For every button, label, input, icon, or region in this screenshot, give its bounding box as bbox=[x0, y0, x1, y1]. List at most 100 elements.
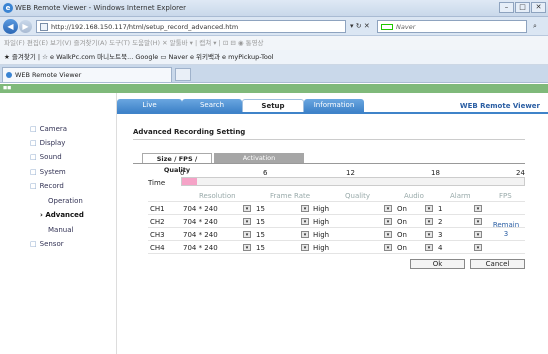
page-icon bbox=[40, 23, 48, 31]
window-title: WEB Remote Viewer - Windows Internet Exp… bbox=[15, 4, 187, 12]
sidebar-item-system[interactable]: □ System bbox=[30, 168, 66, 176]
ch2-quality: High bbox=[313, 218, 330, 226]
sidebar-subitem-manual[interactable]: Manual bbox=[48, 226, 73, 234]
ch4-audio-dropdown[interactable]: ▾ bbox=[425, 244, 433, 251]
row-divider bbox=[148, 240, 525, 241]
sidebar-item-record[interactable]: □ Record bbox=[30, 182, 64, 190]
ch2-resolution-dropdown[interactable]: ▾ bbox=[243, 218, 251, 225]
ch4-frame-rate-dropdown[interactable]: ▾ bbox=[301, 244, 309, 251]
row-ch2-label: CH2 bbox=[150, 218, 165, 226]
naver-icon bbox=[381, 24, 393, 30]
sidebar-subitem-advanced[interactable]: › Advanced bbox=[40, 211, 84, 219]
bullet-icon: □ bbox=[30, 182, 37, 190]
ch3-frame-rate: 15 bbox=[256, 231, 265, 239]
app-header-strip: ◼◼ bbox=[0, 84, 548, 93]
ch3-audio-dropdown[interactable]: ▾ bbox=[425, 231, 433, 238]
header-fps: FPS bbox=[499, 192, 512, 200]
close-button[interactable]: ✕ bbox=[531, 2, 546, 13]
window-titlebar: e WEB Remote Viewer - Windows Internet E… bbox=[0, 0, 548, 17]
search-input[interactable]: Naver bbox=[377, 20, 527, 33]
ch3-audio: On bbox=[397, 231, 407, 239]
ch1-audio: On bbox=[397, 205, 407, 213]
ch4-alarm-dropdown[interactable]: ▾ bbox=[474, 244, 482, 251]
bullet-icon: □ bbox=[30, 125, 37, 133]
tab-search[interactable]: Search bbox=[182, 99, 242, 112]
time-tick-18: 18 bbox=[431, 169, 440, 177]
brand-label: WEB Remote Viewer bbox=[459, 102, 540, 110]
time-tick-12: 12 bbox=[346, 169, 355, 177]
tab-live[interactable]: Live bbox=[117, 99, 182, 112]
favorites-bar[interactable]: ★ 즐겨찾기 | ☆ e WalkPc.com 마니노트북... Google … bbox=[0, 50, 548, 65]
ch2-quality-dropdown[interactable]: ▾ bbox=[384, 218, 392, 225]
time-label: Time bbox=[148, 179, 166, 187]
ok-button[interactable]: Ok bbox=[410, 259, 465, 269]
cancel-button[interactable]: Cancel bbox=[470, 259, 525, 269]
ch2-frame-rate: 15 bbox=[256, 218, 265, 226]
ch1-audio-dropdown[interactable]: ▾ bbox=[425, 205, 433, 212]
browser-tab-label: WEB Remote Viewer bbox=[15, 71, 82, 79]
ch3-frame-rate-dropdown[interactable]: ▾ bbox=[301, 231, 309, 238]
ch1-resolution-dropdown[interactable]: ▾ bbox=[243, 205, 251, 212]
ch1-resolution: 704 * 240 bbox=[183, 205, 218, 213]
row-divider bbox=[148, 201, 525, 202]
maximize-button[interactable]: □ bbox=[515, 2, 530, 13]
row-ch1-label: CH1 bbox=[150, 205, 165, 213]
ch3-alarm: 3 bbox=[438, 231, 443, 239]
sidebar-subitem-operation[interactable]: Operation bbox=[48, 197, 83, 205]
ch4-resolution-dropdown[interactable]: ▾ bbox=[243, 244, 251, 251]
ch2-alarm-dropdown[interactable]: ▾ bbox=[474, 218, 482, 225]
nav-underline bbox=[117, 112, 548, 114]
search-icon[interactable]: ⌕ bbox=[533, 20, 537, 33]
time-tick-6: 6 bbox=[263, 169, 268, 177]
tab-page-icon bbox=[6, 72, 12, 78]
time-bar-fill bbox=[182, 178, 197, 185]
tab-setup[interactable]: Setup bbox=[242, 99, 304, 112]
sidebar-item-sound[interactable]: □ Sound bbox=[30, 153, 62, 161]
row-divider bbox=[148, 227, 525, 228]
ch1-alarm-dropdown[interactable]: ▾ bbox=[474, 205, 482, 212]
ch4-quality-dropdown[interactable]: ▾ bbox=[384, 244, 392, 251]
app-logo-icon: ◼◼ bbox=[3, 85, 12, 91]
ch3-alarm-dropdown[interactable]: ▾ bbox=[474, 231, 482, 238]
address-bar[interactable]: http://192.168.150.117/html/setup_record… bbox=[36, 20, 346, 33]
forward-button[interactable]: ▶ bbox=[19, 20, 32, 33]
bullet-icon: □ bbox=[30, 139, 37, 147]
ch2-frame-rate-dropdown[interactable]: ▾ bbox=[301, 218, 309, 225]
row-ch4-label: CH4 bbox=[150, 244, 165, 252]
ch4-resolution: 704 * 240 bbox=[183, 244, 218, 252]
ch2-audio: On bbox=[397, 218, 407, 226]
sidebar-item-camera[interactable]: □ Camera bbox=[30, 125, 67, 133]
ch1-quality: High bbox=[313, 205, 330, 213]
ch3-quality-dropdown[interactable]: ▾ bbox=[384, 231, 392, 238]
search-placeholder: Naver bbox=[396, 23, 416, 31]
row-divider bbox=[148, 214, 525, 215]
time-bar[interactable] bbox=[181, 177, 525, 186]
fps-remain-label: Remain bbox=[492, 221, 520, 229]
refresh-stop-icons[interactable]: ▾ ↻ ✕ bbox=[350, 20, 370, 33]
tab-information[interactable]: Information bbox=[304, 99, 364, 112]
time-tick-0: 0 bbox=[180, 169, 185, 177]
header-quality: Quality bbox=[345, 192, 371, 200]
ch2-audio-dropdown[interactable]: ▾ bbox=[425, 218, 433, 225]
sidebar-item-sensor[interactable]: □ Sensor bbox=[30, 240, 64, 248]
page-title: Advanced Recording Setting bbox=[133, 128, 246, 136]
back-button[interactable]: ◀ bbox=[3, 19, 18, 34]
ch3-resolution: 704 * 240 bbox=[183, 231, 218, 239]
ch1-frame-rate-dropdown[interactable]: ▾ bbox=[301, 205, 309, 212]
fps-remain-value: 3 bbox=[503, 230, 509, 238]
window-controls: – □ ✕ bbox=[499, 2, 546, 13]
ch2-alarm: 2 bbox=[438, 218, 443, 226]
browser-tabs: WEB Remote Viewer bbox=[0, 65, 548, 83]
ch1-quality-dropdown[interactable]: ▾ bbox=[384, 205, 392, 212]
ch1-alarm: 1 bbox=[438, 205, 443, 213]
minimize-button[interactable]: – bbox=[499, 2, 514, 13]
ch1-frame-rate: 15 bbox=[256, 205, 265, 213]
menu-bar[interactable]: 파일(F) 편집(E) 보기(V) 즐겨찾기(A) 도구(T) 도움말(H) ✕… bbox=[0, 36, 548, 50]
ch4-alarm: 4 bbox=[438, 244, 443, 252]
ch4-audio: On bbox=[397, 244, 407, 252]
new-tab-button[interactable] bbox=[175, 68, 191, 81]
browser-tab-active[interactable]: WEB Remote Viewer bbox=[2, 67, 172, 82]
ch3-resolution-dropdown[interactable]: ▾ bbox=[243, 231, 251, 238]
sidebar: □ Camera □ Display □ Sound □ System □ Record … bbox=[0, 93, 117, 354]
sidebar-item-display[interactable]: □ Display bbox=[30, 139, 65, 147]
